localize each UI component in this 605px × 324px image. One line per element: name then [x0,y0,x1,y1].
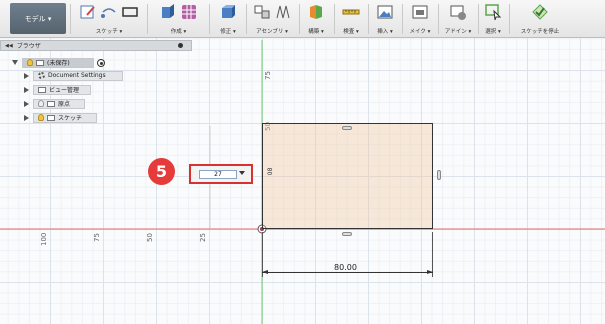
press-pull-icon[interactable] [219,3,237,21]
construct-group[interactable]: 構築 ▾ [300,3,332,36]
folder-icon [38,86,46,93]
line-icon[interactable] [100,3,118,21]
scripts-icon[interactable] [449,3,467,21]
expand-icon[interactable] [24,100,29,107]
create-sketch-icon[interactable] [79,3,97,21]
toolbar-separator [402,4,403,34]
tree-item-named-views[interactable]: ビュー管理 [24,84,91,95]
expand-icon[interactable] [24,114,29,121]
browser-title: ブラウザ [16,43,41,50]
visibility-bulb-icon[interactable] [38,114,44,121]
construct-label: 構築 ▾ [308,29,324,35]
offset-plane-icon[interactable] [307,3,325,21]
expand-icon[interactable] [24,72,29,79]
assembly-group[interactable]: アセンブリ ▾ [247,3,297,36]
tree-item-label: スケッチ [58,115,83,122]
joint-icon[interactable] [274,3,292,21]
pin-icon[interactable] [178,43,183,48]
collapse-icon[interactable]: ◀◀ [5,43,13,49]
rectangle-icon[interactable] [121,3,139,21]
tree-item-label: Document Settings [48,72,106,79]
document-icon [36,59,44,66]
dimension-extension-right [432,232,433,277]
insert-label: 挿入 ▾ [377,29,393,35]
x-tick-25: 25 [199,233,207,242]
browser-root[interactable]: (未保存) [12,57,105,68]
sketch-rectangle[interactable] [262,123,433,229]
tree-item-origin[interactable]: 原点 [24,98,85,109]
tree-item-label: 原点 [58,101,71,108]
visibility-bulb-icon[interactable] [38,100,44,107]
bottom-edge-handle[interactable] [342,232,352,236]
tree-item-sketches[interactable]: スケッチ [24,112,97,123]
step-badge: 5 [148,158,175,185]
x-tick-100: 100 [40,232,48,246]
toolbar-separator [147,4,148,34]
folder-icon [47,114,55,121]
sketch-label: スケッチ ▾ [95,29,123,35]
y-tick-75: 75 [264,71,272,80]
x-tick-75: 75 [93,233,101,242]
measure-icon[interactable] [342,3,360,21]
dimension-line [262,272,433,273]
tree-item-document-settings[interactable]: Document Settings [24,70,123,81]
select-icon[interactable] [484,3,502,21]
toolbar-separator [70,4,71,34]
component-icon[interactable] [253,3,271,21]
inspect-group[interactable]: 検査 ▾ [336,3,366,36]
toolbar: モデル ▾ スケッチ ▾ 作成 ▾ 修正 ▾ アセンブリ ▾ 構築 ▾ 検査 ▾… [0,0,605,38]
assembly-label: アセンブリ ▾ [256,29,288,35]
dimension-input[interactable]: 27 [199,170,237,179]
make-group[interactable]: メイク ▾ [404,3,436,36]
inline-dimension-label: 80 [265,167,273,176]
stop-sketch-group[interactable]: スケッチを停止 [510,3,570,36]
dimension-value[interactable]: 80.00 [334,263,357,272]
addins-label: アドイン ▾ [444,29,472,35]
chevron-down-icon[interactable] [239,171,245,175]
activate-radio-icon[interactable] [97,58,105,67]
3d-print-icon[interactable] [411,3,429,21]
visibility-bulb-icon[interactable] [27,59,33,66]
x-tick-50: 50 [146,233,154,242]
modify-group[interactable]: 修正 ▾ [212,3,244,36]
browser-panel-header[interactable]: ◀◀ ブラウザ [0,40,192,51]
top-edge-handle[interactable] [342,126,352,130]
pattern-icon[interactable] [180,3,198,21]
folder-icon [47,100,55,107]
stop-sketch-icon[interactable] [531,3,549,21]
create-group[interactable]: 作成 ▾ [151,3,206,36]
modify-label: 修正 ▾ [220,29,236,35]
select-label: 選択 ▾ [485,29,501,35]
right-edge-handle[interactable] [437,170,441,180]
stop-sketch-label: スケッチを停止 [520,29,560,35]
make-label: メイク ▾ [409,29,431,35]
dimension-extension-left [262,232,263,277]
toolbar-separator [438,4,439,34]
create-label: 作成 ▾ [170,29,187,35]
sketch-group[interactable]: スケッチ ▾ [74,3,144,36]
inspect-label: 検査 ▾ [343,29,359,35]
expand-icon[interactable] [12,60,18,65]
insert-image-icon[interactable] [376,3,394,21]
toolbar-separator [368,4,369,34]
gear-icon [38,72,45,79]
toolbar-separator [334,4,335,34]
root-label: (未保存) [47,60,70,67]
addins-group[interactable]: アドイン ▾ [440,3,476,36]
dimension-input-highlight: 27 [189,164,253,184]
expand-icon[interactable] [24,86,29,93]
tree-item-label: ビュー管理 [49,87,80,94]
select-group[interactable]: 選択 ▾ [479,3,507,36]
workspace-menu[interactable]: モデル ▾ [10,3,66,34]
toolbar-separator [209,4,210,34]
extrude-icon[interactable] [159,3,177,21]
insert-group[interactable]: 挿入 ▾ [370,3,400,36]
